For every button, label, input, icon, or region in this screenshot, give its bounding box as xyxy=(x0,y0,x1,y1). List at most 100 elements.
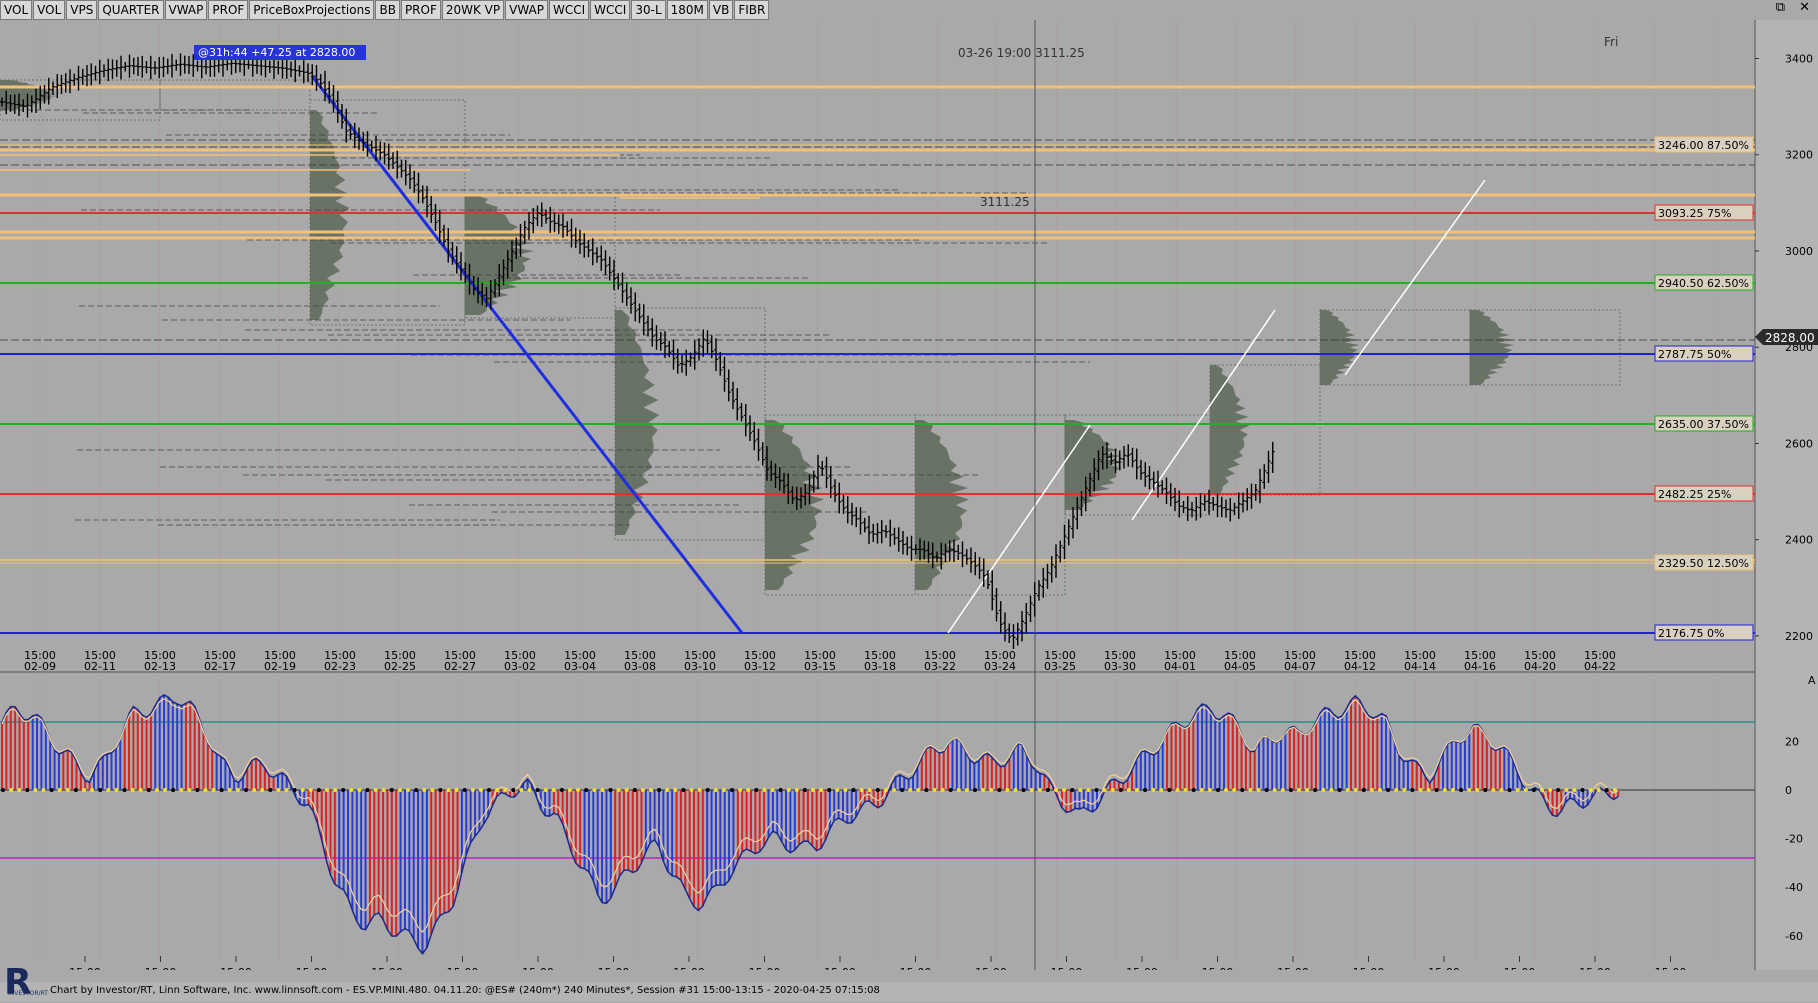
osc-zero-dot xyxy=(495,788,500,792)
osc-zero-dot xyxy=(1467,788,1472,792)
close-icon[interactable]: ✕ xyxy=(1799,0,1810,20)
osc-zero-dot xyxy=(114,788,119,792)
restore-icon[interactable]: ⧉ xyxy=(1776,0,1785,20)
osc-zero-dot xyxy=(713,788,718,792)
toolbar-button-quarter[interactable]: QUARTER xyxy=(98,0,164,20)
osc-axis-background xyxy=(1755,670,1818,970)
osc-zero-dot xyxy=(316,788,321,792)
osc-zero-dot xyxy=(244,788,248,792)
toolbar-button-180m[interactable]: 180M xyxy=(666,0,708,20)
osc-zero-dot xyxy=(762,788,767,792)
toolbar-button-fibr[interactable]: FIBR xyxy=(734,0,770,20)
osc-zero-dot xyxy=(1175,788,1180,792)
osc-zero-dot xyxy=(600,788,605,792)
toolbar-button-vol[interactable]: VOL xyxy=(33,0,66,20)
osc-zero-dot xyxy=(333,788,338,792)
measure-label: @31h:44 +47.25 at 2828.00 xyxy=(198,46,355,59)
toolbar-button-vb[interactable]: VB xyxy=(708,0,734,20)
osc-zero-dot xyxy=(786,788,791,792)
osc-zero-dot xyxy=(430,788,435,792)
osc-zero-dot xyxy=(746,788,751,792)
osc-time-label: 15:00 xyxy=(1126,966,1158,970)
osc-zero-dot xyxy=(1037,788,1042,792)
osc-zero-dot xyxy=(730,788,734,792)
osc-zero-dot xyxy=(1345,788,1350,792)
osc-zero-dot xyxy=(130,788,135,792)
osc-zero-dot xyxy=(916,788,921,792)
osc-zero-dot xyxy=(179,788,184,792)
toolbar-button-wcci[interactable]: WCCI xyxy=(590,0,631,20)
osc-zero-dot xyxy=(1523,788,1528,792)
osc-zero-dot xyxy=(1264,788,1269,792)
osc-zero-dot xyxy=(227,788,232,792)
osc-zero-dot xyxy=(1118,788,1123,792)
price-chart[interactable]: 34003200300028002600240022003246.00 87.5… xyxy=(0,0,1818,670)
date-axis-date: 02-19 xyxy=(264,660,296,670)
osc-zero-dot xyxy=(543,788,548,792)
osc-zero-dot xyxy=(908,788,913,792)
osc-zero-dot xyxy=(568,788,572,792)
osc-zero-dot xyxy=(1402,788,1407,792)
osc-zero-dot xyxy=(802,788,807,792)
osc-zero-dot xyxy=(1102,788,1107,792)
osc-zero-dot xyxy=(1094,788,1099,792)
osc-zero-dot xyxy=(1556,788,1561,792)
osc-time-label: 15:00 xyxy=(1202,966,1234,970)
toolbar-button-30-l[interactable]: 30-L xyxy=(631,0,666,20)
osc-zero-dot xyxy=(1086,788,1091,792)
osc-zero-dot xyxy=(154,788,159,792)
osc-zero-dot xyxy=(1507,788,1512,792)
date-axis-date: 03-12 xyxy=(744,660,776,670)
osc-zero-dot xyxy=(932,788,937,792)
osc-zero-dot xyxy=(1248,788,1253,792)
date-axis-date: 03-25 xyxy=(1044,660,1076,670)
last-price-label: 2828.00 xyxy=(1765,331,1815,345)
osc-zero-dot xyxy=(1588,788,1593,792)
osc-zero-dot xyxy=(657,788,662,792)
osc-time-label: 15:00 xyxy=(1428,966,1460,970)
date-axis-date: 03-15 xyxy=(804,660,836,670)
toolbar-button-vwap[interactable]: VWAP xyxy=(505,0,548,20)
osc-zero-dot xyxy=(33,788,38,792)
date-axis-date: 02-23 xyxy=(324,660,356,670)
osc-zero-dot xyxy=(811,788,815,792)
osc-zero-dot xyxy=(82,788,86,792)
toolbar-button-bb[interactable]: BB xyxy=(375,0,400,20)
osc-zero-dot xyxy=(1337,788,1342,792)
toolbar-button-priceboxprojections[interactable]: PriceBoxProjections xyxy=(249,0,375,20)
osc-zero-dot xyxy=(1135,788,1139,792)
osc-time-label: 15:00 xyxy=(296,966,328,970)
osc-zero-dot xyxy=(778,788,783,792)
osc-zero-dot xyxy=(1434,788,1439,792)
toolbar-button-vol[interactable]: VOL xyxy=(0,0,33,20)
osc-zero-dot xyxy=(1207,788,1212,792)
osc-zero-dot xyxy=(1272,788,1277,792)
osc-zero-dot xyxy=(956,788,961,792)
osc-time-label: 15:00 xyxy=(1277,966,1309,970)
osc-panel-label: A xyxy=(1808,674,1816,687)
toolbar-button-vps[interactable]: VPS xyxy=(66,0,98,20)
osc-zero-dot xyxy=(373,788,378,792)
osc-time-label: 15:00 xyxy=(522,966,554,970)
toolbar-button-prof[interactable]: PROF xyxy=(208,0,249,20)
osc-zero-dot xyxy=(219,788,224,792)
toolbar-button-vwap[interactable]: VWAP xyxy=(164,0,208,20)
toolbar-button-wcci[interactable]: WCCI xyxy=(549,0,590,20)
osc-zero-dot xyxy=(827,788,832,792)
osc-zero-dot xyxy=(632,788,637,792)
osc-zero-dot xyxy=(1410,788,1415,792)
osc-zero-dot xyxy=(1499,788,1504,792)
oscillator-chart[interactable]: 20 0 -20 -40 -60 A 15:00 15:00 15:00 15:00 15:00 15… xyxy=(0,670,1818,970)
price-tick-label: 2600 xyxy=(1785,437,1813,450)
osc-zero-dot xyxy=(867,788,872,792)
price-tick-label: 3400 xyxy=(1785,52,1813,65)
toolbar-button-prof[interactable]: PROF xyxy=(400,0,441,20)
osc-zero-dot xyxy=(1548,788,1553,792)
osc-zero-dot xyxy=(454,788,459,792)
osc-zero-dot xyxy=(1224,788,1229,792)
osc-zero-dot xyxy=(697,788,702,792)
osc-zero-dot xyxy=(1183,788,1188,792)
osc-zero-dot xyxy=(1029,788,1034,792)
osc-zero-dot xyxy=(981,788,986,792)
toolbar-button-20wk-vp[interactable]: 20WK VP xyxy=(441,0,505,20)
